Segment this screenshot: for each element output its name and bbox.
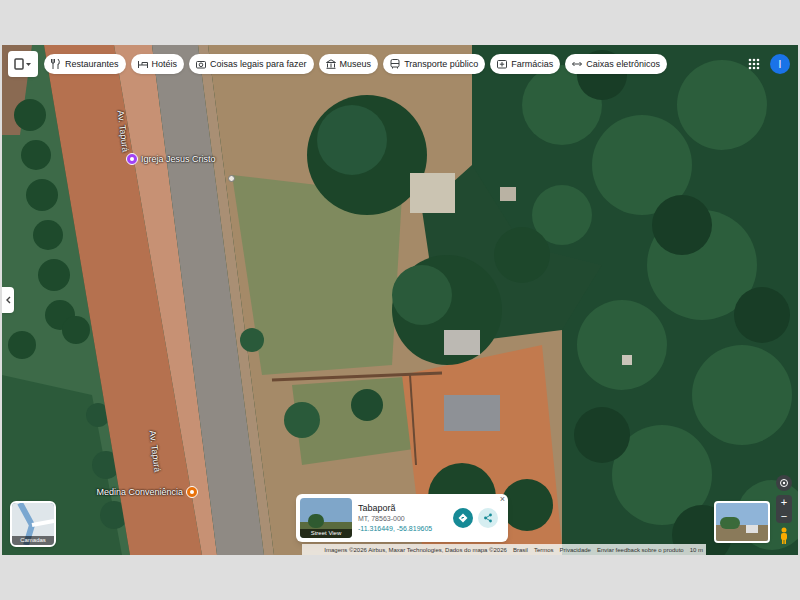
directions-button[interactable] (453, 508, 473, 528)
place-label: Igreja Jesus Cristo (141, 154, 216, 165)
category-chips: Restaurantes Hotéis Coisas legais para faz… (44, 54, 667, 74)
share-icon (483, 513, 493, 523)
place-info: Tabaporã MT, 78563-000 -11.316449, -56.8… (358, 503, 447, 534)
category-label: Coisas legais para fazer (210, 59, 307, 70)
place-subtitle: MT, 78563-000 (358, 514, 447, 524)
place-title: Tabaporã (358, 503, 447, 514)
close-button[interactable]: × (500, 494, 505, 504)
pegman-icon[interactable] (778, 527, 790, 545)
map-marker-dot[interactable] (228, 175, 235, 182)
chevron-left-icon (5, 296, 11, 304)
category-label: Caixas eletrônicos (586, 59, 660, 70)
category-label: Hotéis (152, 59, 178, 70)
attribution-bar: Imagens ©2026 Airbus, Maxar Technologies… (302, 544, 706, 555)
share-button[interactable] (478, 508, 498, 528)
directions-icon (458, 513, 468, 523)
category-icon (497, 59, 507, 69)
place-pin[interactable]: Medina Conveniência (96, 486, 198, 498)
place-label: Medina Conveniência (96, 487, 183, 498)
place-pin-marker[interactable] (186, 486, 198, 498)
attribution-item[interactable]: Privacidade (560, 546, 591, 554)
account-area: I (748, 54, 792, 74)
place-coordinates[interactable]: -11.316449, -56.819605 (358, 524, 447, 534)
category-icon (572, 59, 582, 69)
category-label: Transporte público (404, 59, 478, 70)
map-controls: + − (776, 475, 792, 545)
category-icon (196, 59, 206, 69)
category-chip[interactable]: Coisas legais para fazer (189, 54, 314, 74)
place-card[interactable]: Street View Tabaporã MT, 78563-000 -11.3… (296, 494, 508, 542)
attribution-item[interactable]: Enviar feedback sobre o produto (597, 546, 684, 554)
category-label: Farmácias (511, 59, 553, 70)
category-icon (390, 59, 400, 69)
layers-button[interactable]: Camadas (10, 501, 56, 547)
attribution-item: 10 m (690, 546, 703, 554)
category-chip[interactable]: Transporte público (383, 54, 485, 74)
account-avatar[interactable]: I (770, 54, 790, 74)
collapse-panel-button[interactable] (2, 287, 14, 313)
compass-button[interactable] (776, 475, 792, 491)
top-bar: Restaurantes Hotéis Coisas legais para faz… (8, 51, 792, 77)
attribution-item[interactable]: Termos (534, 546, 554, 554)
street-view-preview[interactable] (714, 501, 770, 543)
street-view-thumbnail[interactable]: Street View (300, 498, 352, 538)
zoom-out-button[interactable]: − (781, 509, 787, 523)
pin-dot-icon (190, 490, 194, 494)
street-view-label: Street View (300, 529, 352, 538)
zoom-in-button[interactable]: + (781, 495, 787, 509)
category-chip[interactable]: Museus (319, 54, 379, 74)
attribution-item[interactable]: Brasil (513, 546, 528, 554)
map[interactable]: Restaurantes Hotéis Coisas legais para faz… (2, 45, 798, 555)
category-chip[interactable]: Restaurantes (44, 54, 126, 74)
menu-button[interactable] (8, 51, 38, 77)
pin-dot-icon (130, 157, 134, 161)
place-pin[interactable]: Igreja Jesus Cristo (126, 153, 216, 165)
attribution-item: Imagens ©2026 Airbus, Maxar Technologies… (324, 546, 507, 554)
category-icon (138, 59, 148, 69)
menu-icon (14, 58, 32, 70)
compass-icon (779, 478, 789, 488)
category-label: Museus (340, 59, 372, 70)
category-label: Restaurantes (65, 59, 119, 70)
category-chip[interactable]: Hotéis (131, 54, 185, 74)
category-chip[interactable]: Caixas eletrônicos (565, 54, 667, 74)
category-icon (326, 59, 336, 69)
category-icon (51, 59, 61, 69)
zoom-control: + − (776, 495, 792, 523)
place-actions (453, 508, 504, 528)
place-pin-marker[interactable] (126, 153, 138, 165)
layers-label: Camadas (12, 536, 54, 545)
apps-grid-icon[interactable] (748, 58, 760, 70)
category-chip[interactable]: Farmácias (490, 54, 560, 74)
